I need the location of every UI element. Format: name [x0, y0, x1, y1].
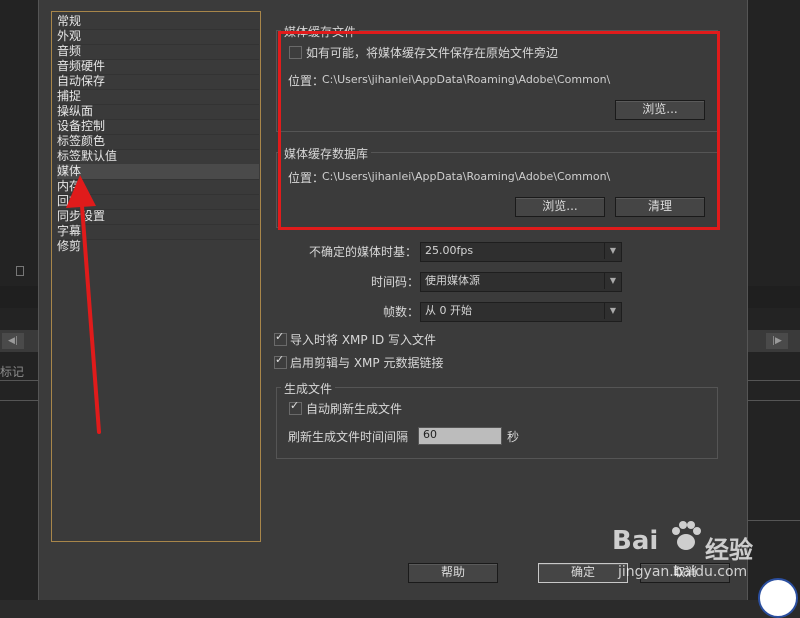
- watermark-suffix: 经验: [705, 536, 753, 564]
- corner-logo-icon: [758, 578, 798, 618]
- paw-icon: [668, 518, 704, 554]
- watermark-brand: Bai: [612, 526, 658, 556]
- watermark-url: jingyan.baidu.com: [618, 564, 748, 580]
- annotation-arrow: [66, 175, 101, 434]
- watermark-brand-text: Bai: [612, 526, 659, 556]
